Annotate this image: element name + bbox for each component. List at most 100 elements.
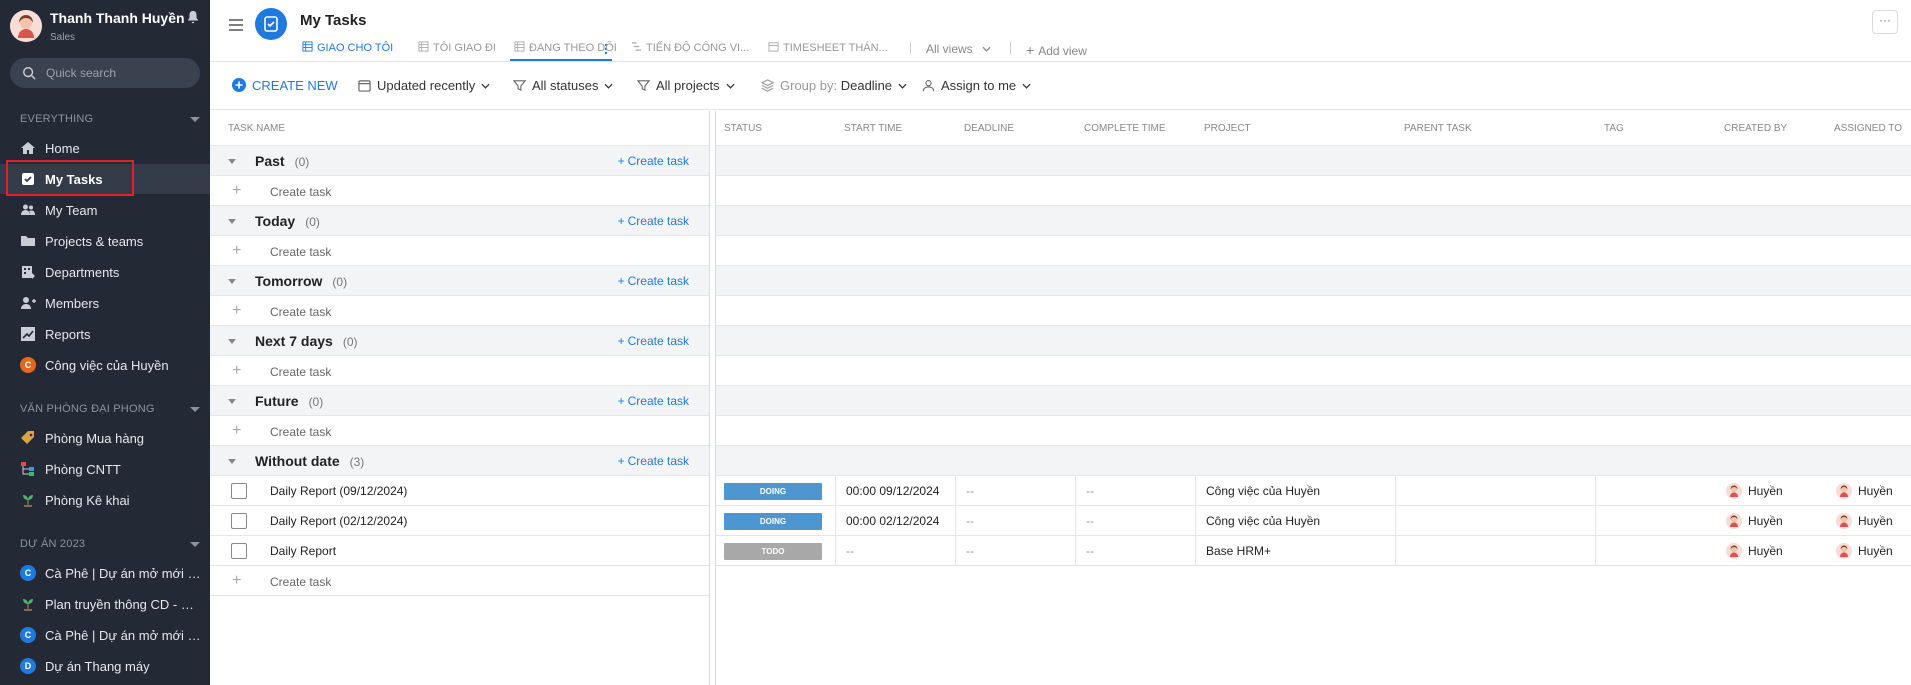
add-view-button[interactable]: + Add view (1026, 42, 1087, 62)
task-row[interactable]: Daily Report (09/12/2024) (210, 476, 709, 506)
create-task-link[interactable]: + Create task (618, 274, 689, 288)
task-row[interactable]: DOING 00:00 02/12/2024 -- -- Công việc c… (716, 506, 1911, 536)
project-cell[interactable]: Base HRM+ (1196, 536, 1396, 566)
sort-dropdown[interactable]: Updated recently (358, 78, 490, 93)
add-task-row[interactable]: + Create task (210, 296, 709, 326)
bell-icon[interactable] (186, 10, 202, 26)
task-checkbox[interactable] (231, 483, 247, 499)
column-header-created-by[interactable]: CREATED BY (1724, 111, 1787, 146)
add-task-row[interactable]: + Create task (210, 176, 709, 206)
create-task-input[interactable]: Create task (270, 185, 331, 199)
sidebar-item-cong-viec-cua-huyen[interactable]: C Công việc của Huyền (0, 350, 210, 380)
start-time-cell[interactable]: -- (836, 536, 956, 566)
group-row-today[interactable]: Today (0) + Create task (210, 206, 709, 236)
status-cell[interactable]: TODO (716, 536, 836, 566)
sidebar-item-project[interactable]: D Dự án Thang máy (0, 651, 210, 681)
chevron-down-icon[interactable] (190, 117, 200, 122)
sidebar-item-reports[interactable]: Reports (0, 319, 210, 349)
column-header-parent-task[interactable]: PARENT TASK (1404, 111, 1472, 146)
tab-giao-cho-toi[interactable]: GIAO CHO TÔI (302, 41, 393, 61)
caret-down-icon[interactable] (228, 279, 236, 284)
sidebar-item-phong-ke-khai[interactable]: Phòng Kê khai (0, 485, 210, 515)
status-filter-dropdown[interactable]: All statuses (512, 78, 614, 93)
sidebar-item-my-team[interactable]: My Team (0, 195, 210, 225)
parent-task-cell[interactable] (1396, 536, 1596, 566)
create-new-button[interactable]: CREATE NEW (232, 78, 338, 93)
start-time-cell[interactable]: 00:00 02/12/2024 (836, 506, 956, 536)
column-header-start-time[interactable]: START TIME (844, 111, 902, 146)
caret-down-icon[interactable] (228, 459, 236, 464)
tab-tien-do-cong-viec[interactable]: TIẾN ĐỘ CÔNG VI... (631, 41, 749, 61)
create-task-input[interactable]: Create task (270, 575, 331, 589)
column-header-tag[interactable]: TAG (1604, 111, 1624, 146)
add-task-row[interactable]: + Create task (210, 356, 709, 386)
create-task-input[interactable]: Create task (270, 365, 331, 379)
deadline-cell[interactable]: -- (956, 506, 1076, 536)
tab-timesheet[interactable]: TIMESHEET THÁN... (768, 41, 888, 61)
start-time-cell[interactable]: 00:00 09/12/2024 (836, 476, 956, 506)
group-row-without-date[interactable]: Without date (3) + Create task (210, 446, 709, 476)
create-task-link[interactable]: + Create task (618, 214, 689, 228)
task-name[interactable]: Daily Report (02/12/2024) (270, 514, 407, 528)
caret-down-icon[interactable] (228, 339, 236, 344)
tag-cell[interactable] (1596, 476, 1716, 506)
create-task-link[interactable]: + Create task (618, 394, 689, 408)
created-by-name[interactable]: Huyền (1748, 536, 1783, 566)
more-options-button[interactable]: ··· (1872, 10, 1898, 34)
create-task-input[interactable]: Create task (270, 425, 331, 439)
column-header-status[interactable]: STATUS (724, 111, 762, 146)
created-by-name[interactable]: Huyền (1748, 476, 1783, 506)
group-row-next-7-days[interactable]: Next 7 days (0) + Create task (210, 326, 709, 356)
column-header-task-name[interactable]: TASK NAME (228, 111, 285, 146)
add-task-row[interactable]: + Create task (210, 566, 709, 596)
sidebar-item-projects-teams[interactable]: Projects & teams (0, 226, 210, 256)
complete-time-cell[interactable]: -- (1076, 476, 1196, 506)
project-filter-dropdown[interactable]: All projects (636, 78, 735, 93)
create-task-link[interactable]: + Create task (618, 334, 689, 348)
assigned-to-name[interactable]: Huyền (1858, 476, 1893, 506)
task-row[interactable]: DOING 00:00 09/12/2024 -- -- Công việc c… (716, 476, 1911, 506)
deadline-cell[interactable]: -- (956, 536, 1076, 566)
task-name[interactable]: Daily Report (270, 544, 336, 558)
sidebar-item-members[interactable]: Members (0, 288, 210, 318)
assign-filter-dropdown[interactable]: Assign to me (922, 78, 1031, 93)
status-cell[interactable]: DOING (716, 476, 836, 506)
sidebar-item-project[interactable]: C Cà Phê | Dự án mở mới V... (0, 620, 210, 650)
user-profile[interactable]: Thanh Thanh Huyền Sales (8, 6, 202, 46)
sidebar-item-project[interactable]: C Cà Phê | Dự án mở mới c... (0, 558, 210, 588)
group-row-past[interactable]: Past (0) + Create task (210, 146, 709, 176)
column-header-project[interactable]: PROJECT (1204, 111, 1251, 146)
create-task-input[interactable]: Create task (270, 245, 331, 259)
create-task-link[interactable]: + Create task (618, 454, 689, 468)
project-cell[interactable]: Công việc của Huyền (1196, 476, 1396, 506)
assigned-to-name[interactable]: Huyền (1858, 506, 1893, 536)
complete-time-cell[interactable]: -- (1076, 506, 1196, 536)
status-badge[interactable]: TODO (724, 543, 822, 560)
status-badge[interactable]: DOING (724, 513, 822, 530)
sidebar-item-project[interactable]: Plan truyền thông CD - M... (0, 589, 210, 619)
add-task-row[interactable]: + Create task (210, 236, 709, 266)
add-task-row[interactable]: + Create task (210, 416, 709, 446)
project-cell[interactable]: Công việc của Huyền (1196, 506, 1396, 536)
created-by-name[interactable]: Huyền (1748, 506, 1783, 536)
tab-toi-giao-di[interactable]: TÔI GIAO ĐI (418, 41, 496, 61)
group-row-future[interactable]: Future (0) + Create task (210, 386, 709, 416)
column-header-deadline[interactable]: DEADLINE (964, 111, 1014, 146)
task-checkbox[interactable] (231, 513, 247, 529)
sidebar-item-phong-cntt[interactable]: Phòng CNTT (0, 454, 210, 484)
caret-down-icon[interactable] (228, 399, 236, 404)
task-row[interactable]: Daily Report (210, 536, 709, 566)
caret-down-icon[interactable] (228, 219, 236, 224)
search-input[interactable] (46, 64, 186, 82)
status-badge[interactable]: DOING (724, 483, 822, 500)
sidebar-item-departments[interactable]: Departments (0, 257, 210, 287)
parent-task-cell[interactable] (1396, 476, 1596, 506)
parent-task-cell[interactable] (1396, 506, 1596, 536)
quick-search[interactable] (10, 58, 200, 88)
assigned-to-name[interactable]: Huyền (1858, 536, 1893, 566)
column-header-assigned-to[interactable]: ASSIGNED TO (1834, 111, 1902, 146)
tab-dang-theo-doi[interactable]: ĐANG THEO DÕI (514, 41, 617, 61)
status-cell[interactable]: DOING (716, 506, 836, 536)
create-task-link[interactable]: + Create task (618, 154, 689, 168)
chevron-down-icon[interactable] (190, 542, 200, 547)
